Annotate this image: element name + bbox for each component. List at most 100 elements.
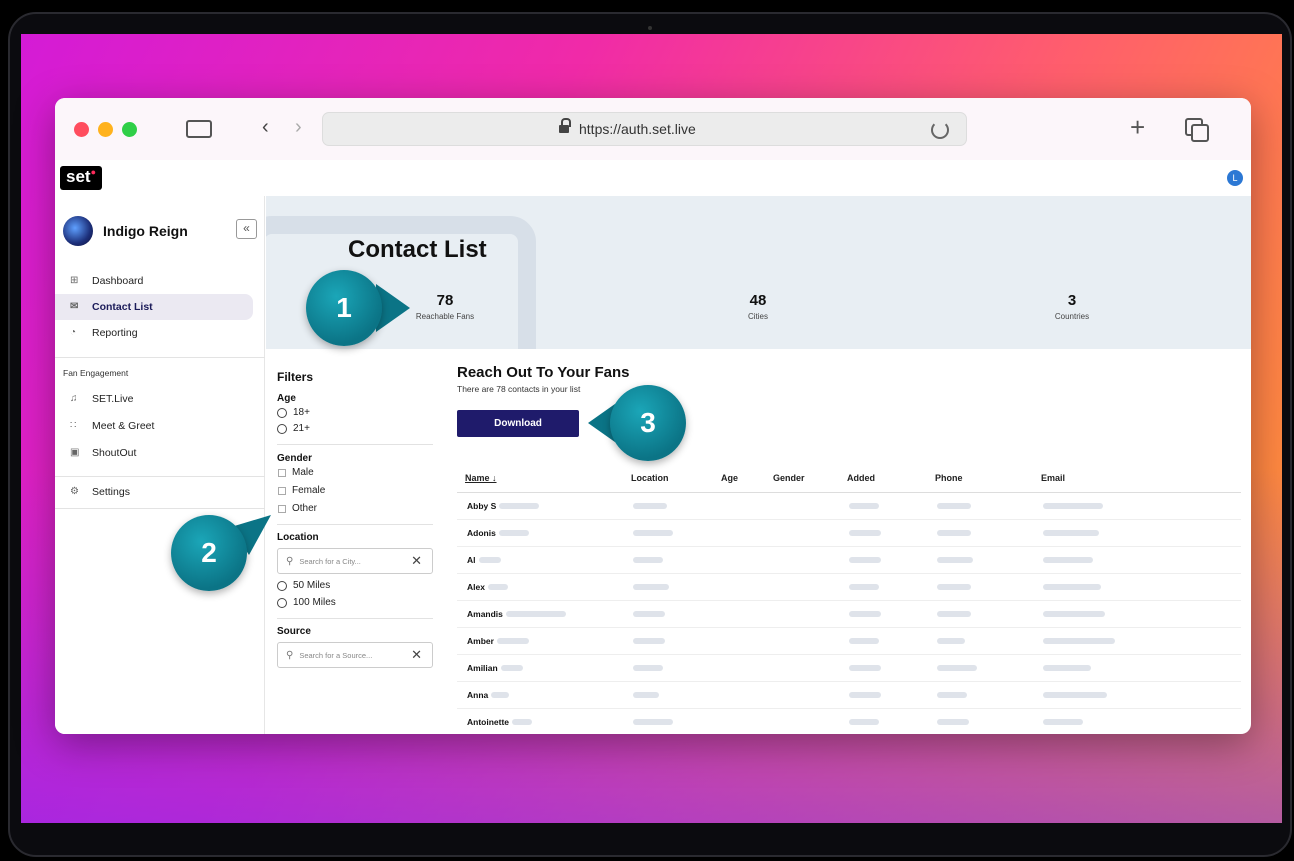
table-cell — [713, 519, 765, 547]
redacted-text — [937, 584, 971, 591]
table-cell — [927, 654, 1033, 682]
sidebar-item-label: Dashboard — [92, 275, 144, 287]
table-cell — [623, 654, 713, 682]
checkbox-icon[interactable] — [278, 486, 286, 495]
table-row[interactable]: Amber — [457, 627, 1241, 655]
column-header-location: Location — [623, 464, 713, 493]
download-button[interactable]: Download — [457, 410, 579, 437]
back-icon[interactable]: ‹ — [262, 116, 269, 139]
redacted-text — [1043, 611, 1105, 618]
callout-3: 3 — [588, 385, 686, 461]
sidebar-item-shoutout[interactable]: ▣ ShoutOut — [55, 440, 265, 466]
address-bar[interactable]: https://auth.set.live — [322, 112, 967, 146]
table-cell — [623, 681, 713, 709]
table-cell — [765, 654, 839, 682]
table-cell — [623, 708, 713, 734]
radio-icon[interactable] — [277, 597, 287, 608]
sidebar-item-contact-list[interactable]: ✉ Contact List — [55, 294, 253, 320]
table-cell — [765, 708, 839, 734]
divider — [55, 476, 265, 477]
sidebar-item-dashboard[interactable]: ⊞ Dashboard — [55, 268, 265, 294]
table-cell — [1033, 573, 1241, 601]
artist-name: Indigo Reign — [103, 223, 188, 239]
checkbox-icon[interactable] — [278, 468, 286, 477]
radio-icon[interactable] — [277, 407, 287, 418]
minimize-window-button[interactable] — [98, 122, 113, 137]
age-option-18[interactable]: 18+ — [277, 407, 437, 418]
tab-overview-icon[interactable] — [1185, 118, 1209, 142]
distance-option-100[interactable]: 100 Miles — [277, 597, 437, 608]
forward-icon[interactable]: › — [295, 116, 302, 139]
table-cell — [927, 600, 1033, 628]
table-cell — [839, 519, 927, 547]
table-cell — [623, 573, 713, 601]
contact-name: Adonis — [467, 527, 496, 538]
clear-icon[interactable]: ✕ — [411, 553, 422, 569]
location-search-input[interactable]: ⚲ Search for a City... ✕ — [277, 548, 433, 574]
redacted-text — [500, 665, 523, 672]
redacted-text — [1043, 503, 1103, 510]
table-cell — [839, 708, 927, 734]
column-header-name[interactable]: Name ↓ — [457, 464, 623, 493]
gender-option-other[interactable]: Other — [277, 503, 437, 514]
callout-1: 1 — [306, 270, 410, 346]
table-cell — [765, 627, 839, 655]
table-row[interactable]: Al — [457, 546, 1241, 574]
table-row[interactable]: Amandis — [457, 600, 1241, 628]
table-cell — [713, 600, 765, 628]
source-search-input[interactable]: ⚲ Search for a Source... ✕ — [277, 642, 433, 668]
redacted-text — [496, 638, 529, 645]
redacted-text — [1043, 557, 1093, 564]
table-row[interactable]: Anna — [457, 681, 1241, 709]
column-header-added: Added — [839, 464, 927, 493]
gender-option-female[interactable]: Female — [277, 485, 437, 496]
clear-icon[interactable]: ✕ — [411, 647, 422, 663]
table-row[interactable]: Antoinette — [457, 708, 1241, 734]
sidebar-item-set-live[interactable]: ♫ SET.Live — [55, 386, 265, 412]
gender-option-male[interactable]: Male — [277, 467, 437, 478]
sidebar-item-label: Meet & Greet — [92, 420, 155, 432]
age-option-21[interactable]: 21+ — [277, 423, 437, 434]
distance-option-50[interactable]: 50 Miles — [277, 580, 437, 591]
reporting-icon: ◔ — [70, 327, 77, 338]
table-cell — [623, 546, 713, 574]
table-cell — [927, 708, 1033, 734]
cell-name: Amber — [457, 627, 623, 655]
redacted-text — [937, 557, 973, 564]
sidebar-toggle-icon[interactable] — [186, 120, 212, 138]
sidebar-item-meet-greet[interactable]: ∷ Meet & Greet — [55, 413, 265, 439]
callout-number: 3 — [640, 407, 656, 438]
browser-toolbar: ‹ › https://auth.set.live + — [55, 98, 1251, 160]
maximize-window-button[interactable] — [122, 122, 137, 137]
column-header-phone: Phone — [927, 464, 1033, 493]
redacted-text — [937, 638, 965, 645]
artist-profile[interactable]: Indigo Reign — [63, 216, 188, 246]
table-cell — [927, 573, 1033, 601]
redacted-text — [937, 665, 977, 672]
user-avatar[interactable]: L — [1227, 170, 1243, 186]
sidebar-item-reporting[interactable]: ◔ Reporting — [55, 320, 265, 346]
radio-icon[interactable] — [277, 580, 287, 591]
table-cell — [1033, 519, 1241, 547]
url-text: https://auth.set.live — [579, 121, 696, 137]
cell-name: Al — [457, 546, 623, 574]
redacted-text — [849, 611, 881, 618]
sidebar-item-settings[interactable]: ⚙ Settings — [55, 479, 265, 505]
new-tab-icon[interactable]: + — [1130, 112, 1145, 143]
redacted-text — [849, 692, 881, 699]
divider — [277, 618, 433, 619]
collapse-sidebar-button[interactable]: « — [236, 219, 257, 239]
table-row[interactable]: Abby S — [457, 492, 1241, 520]
table-cell — [765, 546, 839, 574]
radio-icon[interactable] — [277, 423, 287, 434]
table-row[interactable]: Adonis — [457, 519, 1241, 547]
reload-icon[interactable] — [931, 121, 949, 139]
close-window-button[interactable] — [74, 122, 89, 137]
set-logo[interactable]: set● — [60, 166, 103, 190]
contacts-main: Reach Out To Your Fans There are 78 cont… — [457, 364, 1247, 734]
contact-name: Antoinette — [467, 716, 510, 727]
table-row[interactable]: Alex — [457, 573, 1241, 601]
checkbox-icon[interactable] — [278, 504, 286, 513]
table-row[interactable]: Amilian — [457, 654, 1241, 682]
table-cell — [713, 654, 765, 682]
